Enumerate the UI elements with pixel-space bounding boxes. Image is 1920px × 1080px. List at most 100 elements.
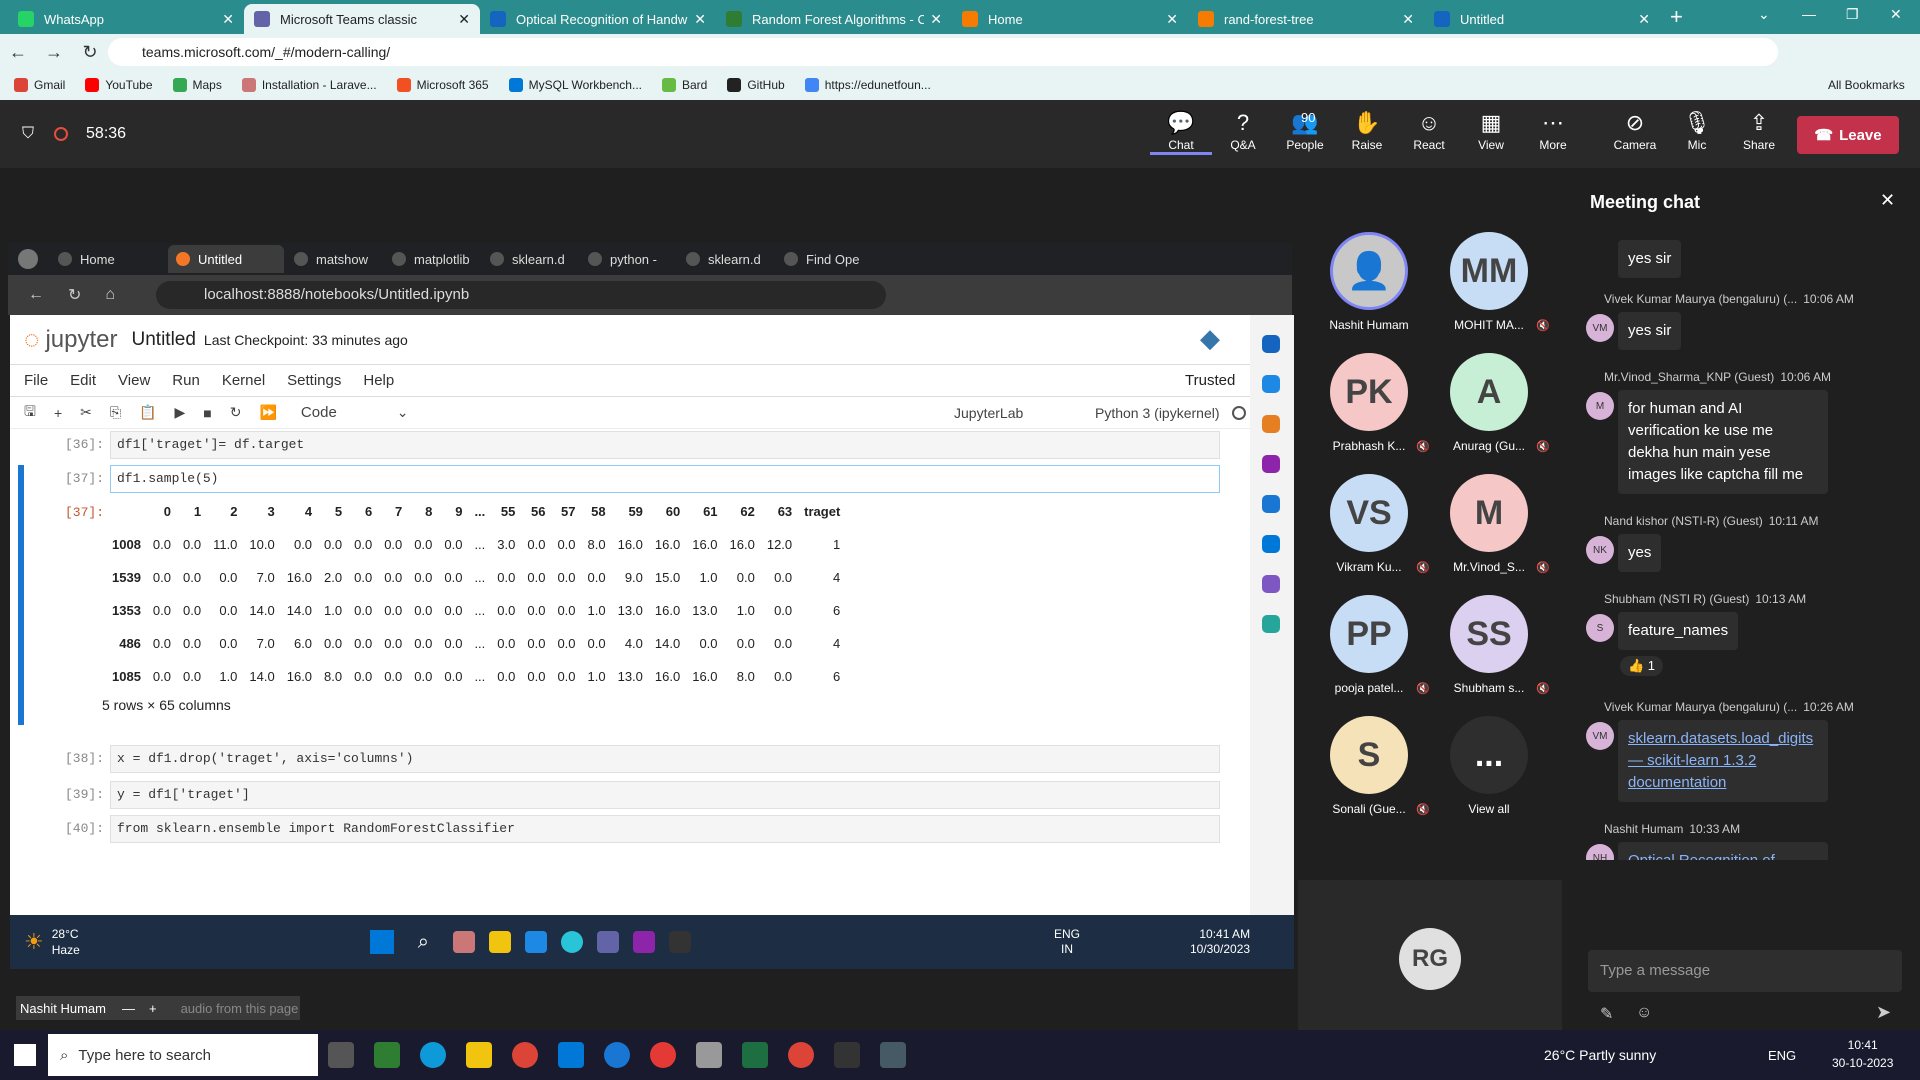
folder-icon[interactable] [488, 931, 511, 953]
teams-icon[interactable] [596, 931, 619, 953]
shared-url-field[interactable]: localhost:8888/notebooks/Untitled.ipynb [156, 281, 886, 309]
toolbar-raise-button[interactable]: ✋ Raise [1336, 110, 1398, 155]
all-bookmarks[interactable]: All Bookmarks [1828, 78, 1905, 92]
home-icon[interactable]: ⌂ [105, 286, 115, 304]
notebook-title[interactable]: Untitled [132, 329, 196, 351]
shared-browser-tab[interactable]: Find Ope [776, 245, 872, 273]
close-window-icon[interactable]: ✕ [1890, 6, 1902, 23]
edge-icon[interactable] [410, 1030, 456, 1080]
run-icon[interactable]: ▶ [175, 404, 186, 421]
sidebar-app-icon[interactable] [1262, 455, 1280, 473]
close-icon[interactable]: ✕ [222, 11, 234, 28]
chat-link[interactable]: Optical Recognition of Handwritten Digit… [1618, 842, 1828, 860]
menu-help[interactable]: Help [363, 372, 394, 389]
terminal-icon[interactable] [668, 931, 691, 953]
url-field[interactable]: teams.microsoft.com/_#/modern-calling/ [108, 38, 1778, 66]
store-icon[interactable] [524, 931, 547, 953]
stop-icon[interactable]: ■ [203, 405, 211, 421]
close-icon[interactable]: ✕ [1880, 190, 1895, 211]
participant-tile[interactable]: VS Vikram Ku... 🔇 [1314, 474, 1430, 574]
toolbar-people-button[interactable]: 👥 90 People [1274, 110, 1336, 155]
chrome-icon[interactable] [778, 1030, 824, 1080]
chevron-down-icon[interactable]: ⌄ [1758, 6, 1770, 23]
toolbar-view-button[interactable]: ▦ View [1460, 110, 1522, 155]
edge-icon[interactable] [560, 931, 583, 953]
bookmark-item[interactable]: MySQL Workbench... [508, 78, 642, 92]
close-icon[interactable]: ✕ [458, 11, 470, 28]
add-cell-icon[interactable]: + [54, 405, 62, 421]
menu-kernel[interactable]: Kernel [222, 372, 265, 389]
bookmark-item[interactable]: Maps [172, 78, 222, 92]
paste-icon[interactable]: 📋 [139, 404, 156, 421]
participant-tile[interactable]: A Anurag (Gu... 🔇 [1434, 353, 1550, 453]
bookmark-item[interactable]: Gmail [14, 78, 65, 92]
kernel-name[interactable]: Python 3 (ipykernel) [1095, 405, 1220, 421]
bookmark-item[interactable]: Installation - Larave... [241, 78, 377, 92]
app-icon[interactable] [364, 1030, 410, 1080]
participant-tile[interactable]: SS Shubham s... 🔇 [1434, 595, 1550, 695]
browser-tab[interactable]: Optical Recognition of Handwri ✕ [480, 4, 716, 34]
close-icon[interactable]: ✕ [1166, 11, 1178, 28]
new-tab-button[interactable]: + [1670, 4, 1683, 30]
shared-browser-tab[interactable]: python - [580, 245, 676, 273]
fast-forward-icon[interactable]: ⏩ [259, 404, 276, 421]
emoji-icon[interactable]: ☺ [1636, 1004, 1652, 1022]
toolbar-chat-button[interactable]: 💬 Chat [1150, 110, 1212, 155]
onenote-icon[interactable] [632, 931, 655, 953]
chrome-icon[interactable] [502, 1030, 548, 1080]
minus-icon[interactable]: — [122, 1001, 135, 1016]
participant-tile[interactable]: ... View all [1434, 716, 1544, 816]
back-icon[interactable]: ← [0, 42, 36, 63]
participant-tile[interactable]: PP pooja patel... 🔇 [1314, 595, 1430, 695]
windows-start-icon[interactable] [14, 1044, 36, 1066]
browser-tab[interactable]: Home ✕ [952, 4, 1188, 34]
toolbar-qa-button[interactable]: ? Q&A [1212, 110, 1274, 155]
code-cell[interactable]: x = df1.drop('traget', axis='columns') [110, 745, 1220, 773]
search-icon[interactable]: ⌕ [418, 931, 429, 954]
menu-file[interactable]: File [24, 372, 48, 389]
chat-link[interactable]: sklearn.datasets.load_digits — scikit-le… [1618, 720, 1828, 802]
message-input[interactable]: Type a message [1588, 950, 1902, 992]
folder-icon[interactable] [456, 1030, 502, 1080]
profile-avatar-icon[interactable] [18, 249, 38, 269]
sidebar-app-icon[interactable] [1262, 615, 1280, 633]
leave-button[interactable]: ☎ Leave [1797, 116, 1899, 154]
sidebar-app-icon[interactable] [1262, 375, 1280, 393]
terminal-icon[interactable] [824, 1030, 870, 1080]
taskbar-lang[interactable]: ENG [1768, 1048, 1796, 1063]
toolbar-more-button[interactable]: ⋯ More [1522, 110, 1584, 155]
send-icon[interactable]: ➤ [1876, 1002, 1891, 1023]
participant-tile[interactable]: MM MOHIT MA... 🔇 [1434, 232, 1550, 332]
participant-tile[interactable]: S Sonali (Gue... 🔇 [1314, 716, 1430, 816]
menu-run[interactable]: Run [172, 372, 200, 389]
shared-browser-tab[interactable]: matplotlib [384, 245, 480, 273]
calculator-icon[interactable] [870, 1030, 916, 1080]
shared-browser-tab[interactable]: sklearn.d [678, 245, 774, 273]
code-cell[interactable]: y = df1['traget'] [110, 781, 1220, 809]
shared-browser-tab[interactable]: Untitled [168, 245, 284, 273]
taskbar-search[interactable]: ⌕ Type here to search [48, 1034, 318, 1076]
participant-tile[interactable]: PK Prabhash K... 🔇 [1314, 353, 1430, 453]
toolbar-mic-button[interactable]: 🎙 Mic [1666, 110, 1728, 155]
sidebar-app-icon[interactable] [1262, 575, 1280, 593]
menu-view[interactable]: View [118, 372, 150, 389]
minimize-icon[interactable]: — [1802, 6, 1816, 22]
maximize-icon[interactable]: ❐ [1846, 6, 1859, 23]
browser-tab[interactable]: Random Forest Algorithms - Co ✕ [716, 4, 952, 34]
bookmark-item[interactable]: YouTube [85, 78, 153, 92]
close-icon[interactable]: ✕ [930, 11, 942, 28]
toolbar-share-button[interactable]: ⇪ Share [1728, 110, 1790, 155]
sidebar-app-icon[interactable] [1262, 335, 1280, 353]
menu-settings[interactable]: Settings [287, 372, 341, 389]
code-cell[interactable]: df1.sample(5) [110, 465, 1220, 493]
close-icon[interactable]: ✕ [1402, 11, 1414, 28]
shared-browser-tab[interactable]: sklearn.d [482, 245, 578, 273]
plus-icon[interactable]: + [149, 1001, 157, 1016]
shared-browser-tab[interactable]: matshow [286, 245, 382, 273]
bookmark-item[interactable]: GitHub [727, 78, 785, 92]
reload-icon[interactable]: ↻ [72, 42, 108, 63]
jupyterlab-link[interactable]: JupyterLab [954, 405, 1023, 421]
browser-tab[interactable]: WhatsApp ✕ [8, 4, 244, 34]
copy-icon[interactable]: ⎘ [110, 404, 121, 421]
forward-icon[interactable]: → [36, 42, 72, 63]
